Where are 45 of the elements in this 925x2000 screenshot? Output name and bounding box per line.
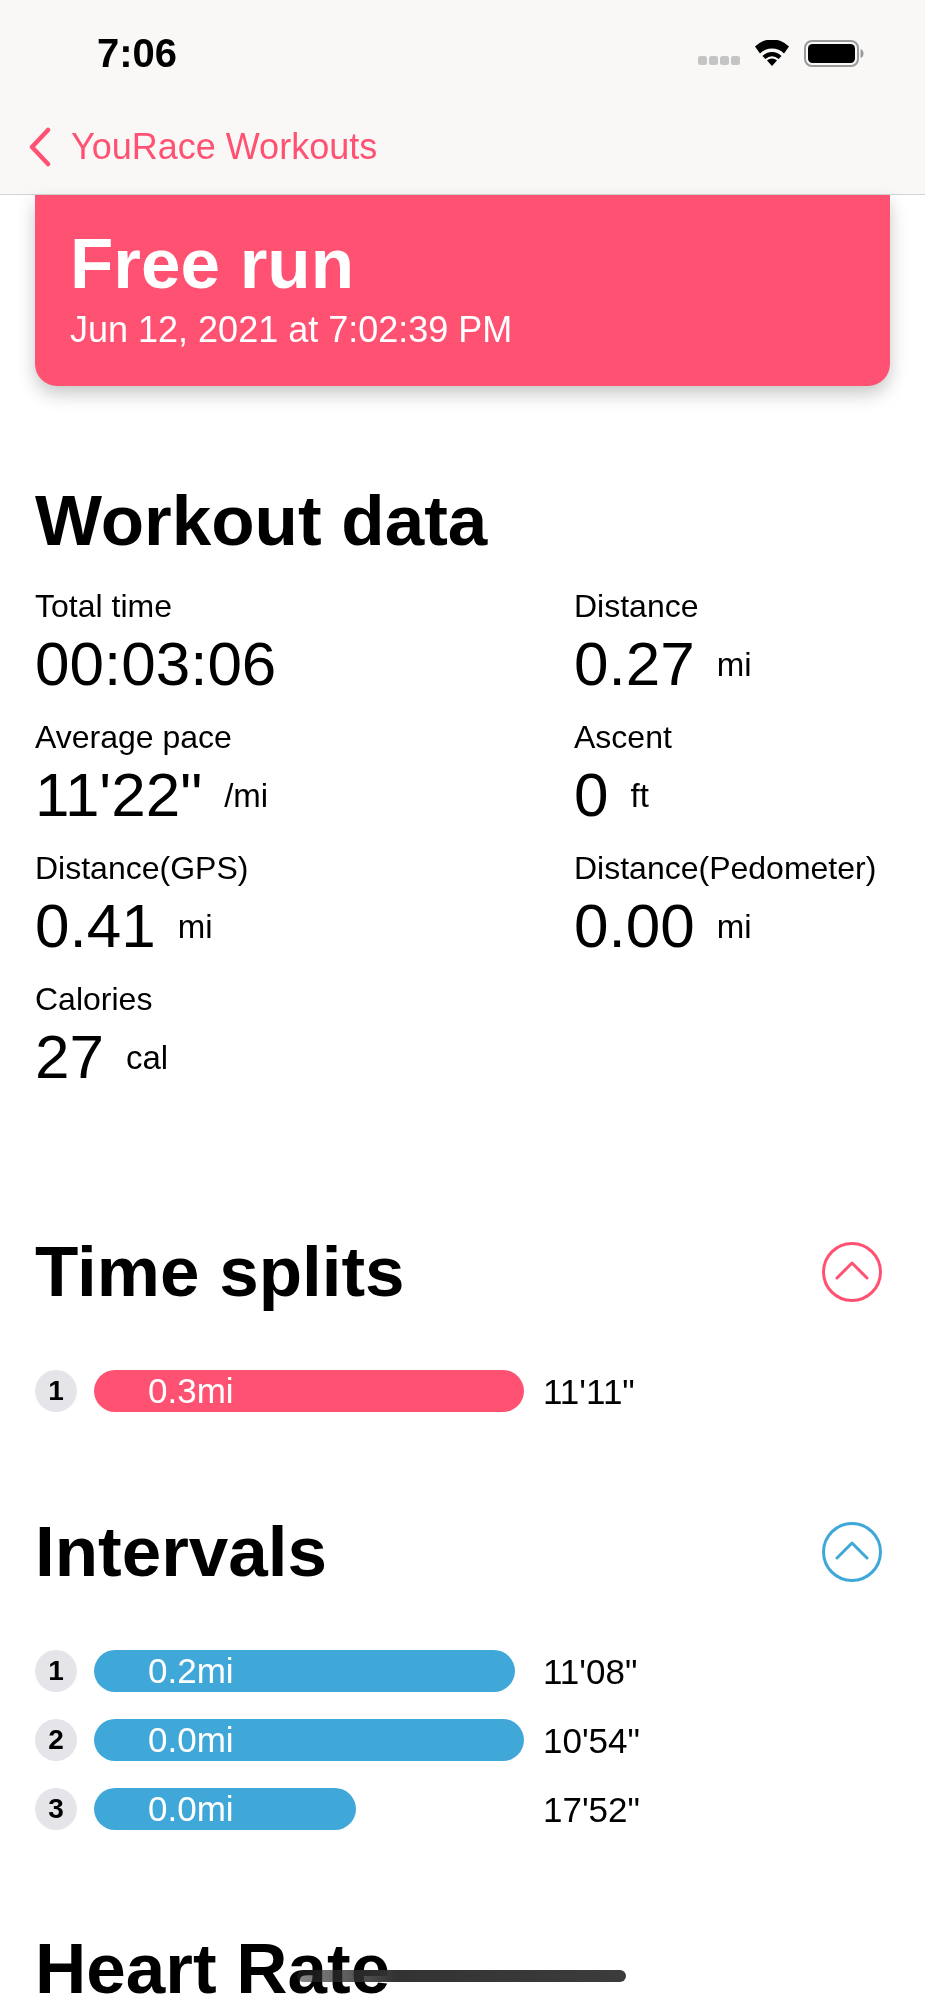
stat-unit: mi (716, 647, 752, 681)
stat-value: 27 (35, 1026, 104, 1088)
stat-unit: /mi (224, 778, 269, 812)
stat-value: 0.27 (574, 633, 695, 695)
section-title: Workout data (35, 485, 488, 556)
split-time: 11'08" (543, 1653, 638, 1689)
stat-value: 0.41 (35, 895, 156, 957)
stat-unit: ft (630, 778, 649, 812)
status-time: 7:06 (97, 33, 178, 73)
wifi-icon (754, 40, 790, 66)
stat-value: 0.00 (574, 895, 695, 957)
stat-label: Total time (35, 590, 172, 622)
stat-unit: mi (716, 909, 752, 943)
stat-label: Distance (574, 590, 699, 622)
stat-label: Ascent (574, 721, 672, 753)
split-time: 10'54" (543, 1722, 640, 1758)
distance-label: 0.3mi (148, 1373, 234, 1408)
workout-date: Jun 12, 2021 at 7:02:39 PM (70, 312, 513, 348)
index-badge: 2 (35, 1719, 77, 1761)
split-time: 17'52" (543, 1791, 640, 1827)
stat-label: Distance(GPS) (35, 852, 249, 884)
stat-label: Calories (35, 983, 153, 1015)
stat-value: 11'22" (35, 764, 203, 826)
chevron-up-icon (835, 1540, 869, 1560)
section-title: Intervals (35, 1516, 328, 1587)
stat-value: 00:03:06 (35, 633, 277, 695)
battery-icon (804, 39, 864, 67)
distance-label: 0.0mi (148, 1722, 234, 1757)
stat-label: Distance(Pedometer) (574, 852, 877, 884)
signal-icon (698, 55, 740, 65)
section-title: Heart Rate (35, 1939, 391, 1999)
stat-unit: cal (125, 1040, 169, 1074)
stat-label: Average pace (35, 721, 232, 753)
distance-label: 0.0mi (148, 1791, 234, 1826)
index-badge: 3 (35, 1788, 77, 1830)
index-badge: 1 (35, 1370, 77, 1412)
workout-title: Free run (70, 228, 355, 299)
distance-label: 0.2mi (148, 1653, 234, 1688)
index-badge: 1 (35, 1650, 77, 1692)
stat-unit: mi (177, 909, 213, 943)
chevron-up-icon (835, 1260, 869, 1280)
chevron-left-icon (28, 127, 52, 167)
back-button[interactable]: YouRace Workouts (28, 127, 378, 167)
stat-value: 0 (574, 764, 609, 826)
split-time: 11'11" (543, 1373, 635, 1409)
